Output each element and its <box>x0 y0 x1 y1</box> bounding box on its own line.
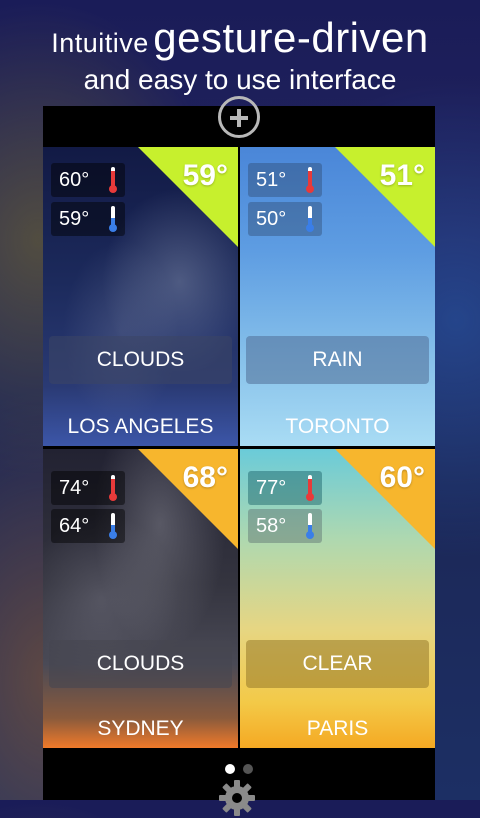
low-temp-box: 59° <box>51 202 125 236</box>
low-temp-box: 50° <box>248 202 322 236</box>
high-temp: 60° <box>59 169 90 191</box>
city-tile-paris[interactable]: 60° 77° 58° CLEAR PARIS <box>240 449 435 748</box>
current-temp: 59° <box>182 159 228 192</box>
low-temp: 58° <box>256 515 287 537</box>
thermometer-cold-icon <box>109 206 117 232</box>
high-temp: 77° <box>256 477 287 499</box>
thermometer-hot-icon <box>109 167 117 193</box>
promo-text-small: Intuitive <box>51 28 149 58</box>
condition-button[interactable]: CLOUDS <box>49 640 232 688</box>
city-name: TORONTO <box>285 415 390 438</box>
gear-icon[interactable] <box>217 778 257 818</box>
high-temp-box: 60° <box>51 163 125 197</box>
high-temp: 51° <box>256 169 287 191</box>
low-temp: 50° <box>256 208 287 230</box>
thermometer-cold-icon <box>109 513 117 539</box>
condition-button[interactable]: CLEAR <box>246 640 429 688</box>
city-tile-toronto[interactable]: 51° 51° 50° RAIN TORONTO <box>240 147 435 446</box>
city-tile-los-angeles[interactable]: 59° 60° 59° CLOUDS LOS ANGELES <box>43 147 238 446</box>
city-tile-sydney[interactable]: 68° 74° 64° CLOUDS SYDNEY <box>43 449 238 748</box>
high-temp-box: 74° <box>51 471 125 505</box>
current-temp: 68° <box>182 461 228 494</box>
city-name: LOS ANGELES <box>67 415 214 438</box>
thermometer-hot-icon <box>306 475 314 501</box>
low-temp: 64° <box>59 515 90 537</box>
condition-button[interactable]: CLOUDS <box>49 336 232 384</box>
city-name: PARIS <box>306 717 369 740</box>
plus-circle-icon[interactable] <box>218 96 260 138</box>
thermometer-hot-icon <box>109 475 117 501</box>
weather-panel: 59° 60° 59° CLOUDS LOS ANGELES 51° 51° 5… <box>43 96 435 816</box>
city-name: SYDNEY <box>97 717 184 740</box>
thermometer-cold-icon <box>306 206 314 232</box>
page-dot-active[interactable] <box>225 764 235 774</box>
high-temp-box: 51° <box>248 163 322 197</box>
low-temp-box: 64° <box>51 509 125 543</box>
thermometer-hot-icon <box>306 167 314 193</box>
thermometer-cold-icon <box>306 513 314 539</box>
high-temp: 74° <box>59 477 90 499</box>
low-temp-box: 58° <box>248 509 322 543</box>
current-temp: 51° <box>379 159 425 192</box>
promo-subheadline: and easy to use interface <box>83 64 397 95</box>
high-temp-box: 77° <box>248 471 322 505</box>
promo-text-big: gesture-driven <box>153 14 429 61</box>
page-dot[interactable] <box>243 764 253 774</box>
promo-headline: Intuitive gesture-driven <box>0 14 480 62</box>
page-indicator <box>225 761 261 779</box>
low-temp: 59° <box>59 208 90 230</box>
condition-button[interactable]: RAIN <box>246 336 429 384</box>
current-temp: 60° <box>379 461 425 494</box>
